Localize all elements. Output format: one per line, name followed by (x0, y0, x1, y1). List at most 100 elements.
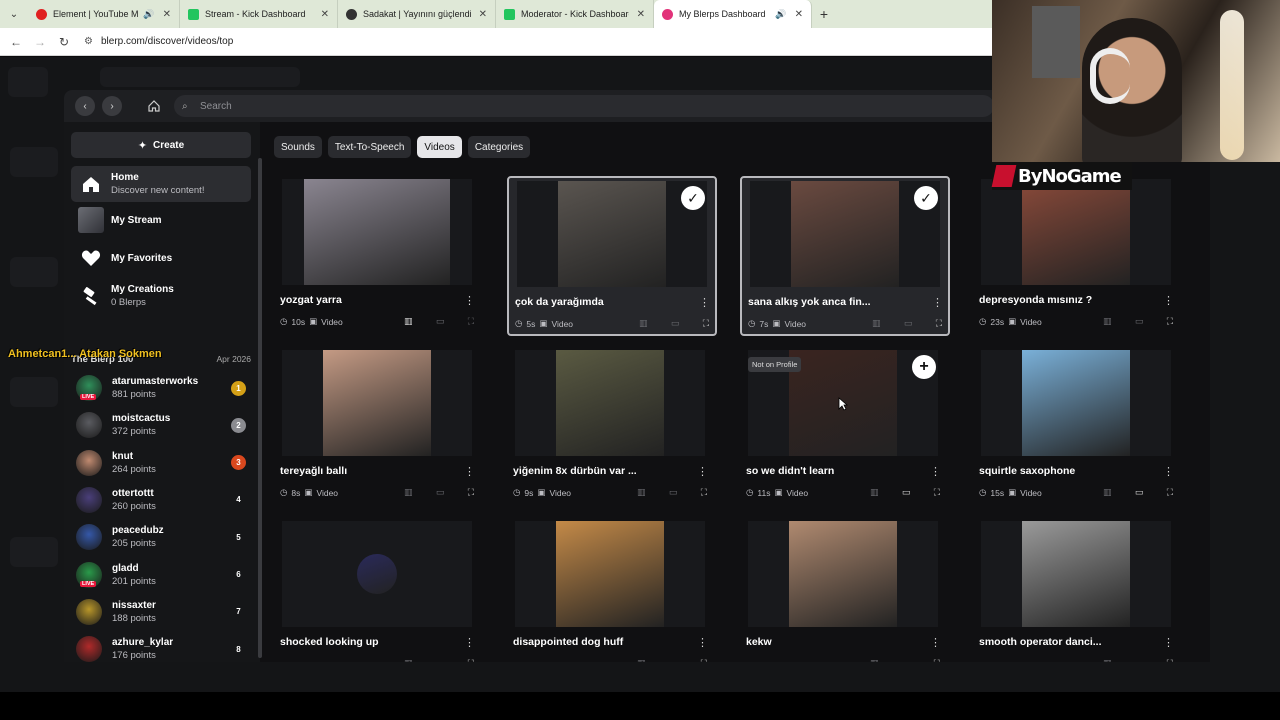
split-view-icon[interactable]: ▥ (1103, 316, 1112, 327)
site-info-icon[interactable]: ⚙ (84, 36, 93, 47)
close-tab-icon[interactable]: ✕ (637, 9, 645, 20)
url-field[interactable]: ⚙ blerp.com/discover/videos/top (84, 36, 233, 47)
home-icon[interactable] (144, 96, 164, 116)
split-view-icon[interactable]: ▥ (872, 318, 881, 329)
browser-tab[interactable]: Stream - Kick Dashboard ✕ (180, 0, 338, 28)
video-card[interactable]: tereyağlı ballı ⋮ ◷ 8s ▣ Video ▥ ▭ ⛶ (274, 347, 484, 507)
picture-in-picture-icon[interactable]: ▭ (1135, 487, 1144, 498)
video-card[interactable]: ✓ çok da yarağımda ⋮ ◷ 5s ▣ Video ▥ ▭ ⛶ (507, 176, 717, 336)
split-view-icon[interactable]: ▥ (404, 487, 413, 498)
fullscreen-icon[interactable]: ⛶ (934, 487, 940, 498)
more-options-icon[interactable]: ⋮ (1163, 465, 1174, 478)
sidebar-item-my-stream[interactable]: My Stream (71, 206, 251, 234)
speaker-icon[interactable]: 🔊 (143, 9, 154, 20)
forward-icon[interactable]: → (28, 35, 52, 49)
speaker-icon[interactable]: 🔊 (775, 9, 786, 20)
tab-sounds[interactable]: Sounds (274, 136, 322, 158)
reload-icon[interactable]: ↻ (52, 35, 76, 49)
tab-videos[interactable]: Videos (417, 136, 462, 158)
fullscreen-icon[interactable]: ⛶ (936, 318, 942, 329)
split-view-icon[interactable]: ▥ (639, 318, 648, 329)
selected-check-icon[interactable]: ✓ (914, 186, 938, 210)
video-card[interactable]: smooth operator danci... ⋮ ▥ ▭ ⛶ (973, 518, 1183, 662)
video-thumbnail[interactable] (981, 521, 1171, 627)
tab-categories[interactable]: Categories (467, 136, 531, 158)
picture-in-picture-icon[interactable]: ▭ (904, 318, 913, 329)
split-view-icon[interactable]: ▥ (404, 316, 413, 327)
fullscreen-icon[interactable]: ⛶ (468, 658, 474, 662)
video-card[interactable]: shocked looking up ⋮ ▥ ▭ ⛶ (274, 518, 484, 662)
more-options-icon[interactable]: ⋮ (932, 296, 943, 309)
leaderboard-row[interactable]: LIVE atarumasterworks 881 points 1 (76, 370, 246, 406)
video-thumbnail[interactable] (282, 521, 472, 627)
video-card[interactable]: kekw ⋮ ▥ ▭ ⛶ (740, 518, 950, 662)
fullscreen-icon[interactable]: ⛶ (1167, 316, 1173, 327)
video-card[interactable]: Not on Profile + so we didn't learn ⋮ ◷ 11s ▣ V… (740, 347, 950, 507)
more-options-icon[interactable]: ⋮ (930, 465, 941, 478)
more-options-icon[interactable]: ⋮ (464, 294, 475, 307)
leaderboard-row[interactable]: moistcactus 372 points 2 (76, 407, 246, 443)
video-thumbnail[interactable] (282, 350, 472, 456)
video-card[interactable]: disappointed dog huff ⋮ ▥ ▭ ⛶ (507, 518, 717, 662)
leaderboard-row[interactable]: nissaxter 188 points 7 (76, 594, 246, 630)
split-view-icon[interactable]: ▥ (1103, 658, 1112, 662)
sidebar-scrollbar[interactable] (258, 158, 262, 658)
close-tab-icon[interactable]: ✕ (795, 9, 803, 20)
picture-in-picture-icon[interactable]: ▭ (902, 487, 911, 498)
video-thumbnail[interactable] (981, 179, 1171, 285)
video-thumbnail[interactable] (515, 521, 705, 627)
video-card[interactable]: squirtle saxophone ⋮ ◷ 15s ▣ Video ▥ ▭ ⛶ (973, 347, 1183, 507)
add-icon[interactable]: + (912, 355, 936, 379)
fullscreen-icon[interactable]: ⛶ (468, 487, 474, 498)
video-card[interactable]: yozgat yarra ⋮ ◷ 10s ▣ Video ▥ ▭ ⛶ (274, 176, 484, 336)
forward-button[interactable]: › (102, 96, 122, 116)
create-button[interactable]: ✦ Create (71, 132, 251, 158)
new-tab-button[interactable]: + (812, 6, 836, 22)
more-options-icon[interactable]: ⋮ (1163, 636, 1174, 649)
leaderboard-row[interactable]: peacedubz 205 points 5 (76, 519, 246, 555)
video-thumbnail[interactable] (515, 350, 705, 456)
picture-in-picture-icon[interactable]: ▭ (436, 487, 445, 498)
fullscreen-icon[interactable]: ⛶ (701, 658, 707, 662)
more-options-icon[interactable]: ⋮ (930, 636, 941, 649)
close-tab-icon[interactable]: ✕ (163, 9, 171, 20)
video-card[interactable]: yiğenim 8x dürbün var ... ⋮ ◷ 9s ▣ Video ▥ ▭ ⛶ (507, 347, 717, 507)
video-thumbnail[interactable] (517, 181, 707, 287)
picture-in-picture-icon[interactable]: ▭ (902, 658, 911, 662)
split-view-icon[interactable]: ▥ (870, 658, 879, 662)
tab-search-dropdown[interactable]: ⌄ (0, 0, 28, 28)
search-input[interactable]: ⌕ Search (174, 95, 994, 117)
browser-tab[interactable]: Element | YouTube Music 🔊 ✕ (28, 0, 180, 28)
back-button[interactable]: ‹ (75, 96, 95, 116)
sidebar-item-my-favorites[interactable]: My Favorites (71, 244, 251, 272)
leaderboard-row[interactable]: LIVE gladd 201 points 6 (76, 557, 246, 593)
browser-tab[interactable]: Moderator - Kick Dashboard ✕ (496, 0, 654, 28)
fullscreen-icon[interactable]: ⛶ (1167, 658, 1173, 662)
fullscreen-icon[interactable]: ⛶ (468, 316, 474, 327)
split-view-icon[interactable]: ▥ (637, 487, 646, 498)
video-thumbnail[interactable] (748, 521, 938, 627)
picture-in-picture-icon[interactable]: ▭ (671, 318, 680, 329)
picture-in-picture-icon[interactable]: ▭ (436, 658, 445, 662)
browser-tab[interactable]: Sadakat | Yayınını güçlendirmek ✕ (338, 0, 496, 28)
split-view-icon[interactable]: ▥ (870, 487, 879, 498)
more-options-icon[interactable]: ⋮ (697, 465, 708, 478)
browser-tab-active[interactable]: My Blerps Dashboard 🔊 ✕ (654, 0, 812, 28)
more-options-icon[interactable]: ⋮ (699, 296, 710, 309)
fullscreen-icon[interactable]: ⛶ (703, 318, 709, 329)
leaderboard-row[interactable]: ottertottt 260 points 4 (76, 482, 246, 518)
video-thumbnail[interactable] (981, 350, 1171, 456)
picture-in-picture-icon[interactable]: ▭ (669, 658, 678, 662)
fullscreen-icon[interactable]: ⛶ (1167, 487, 1173, 498)
close-tab-icon[interactable]: ✕ (479, 9, 487, 20)
tab-text-to-speech[interactable]: Text-To-Speech (327, 136, 412, 158)
sidebar-item-home[interactable]: Home Discover new content! (71, 166, 251, 202)
fullscreen-icon[interactable]: ⛶ (934, 658, 940, 662)
selected-check-icon[interactable]: ✓ (681, 186, 705, 210)
video-thumbnail[interactable] (750, 181, 940, 287)
close-tab-icon[interactable]: ✕ (321, 9, 329, 20)
picture-in-picture-icon[interactable]: ▭ (669, 487, 678, 498)
fullscreen-icon[interactable]: ⛶ (701, 487, 707, 498)
more-options-icon[interactable]: ⋮ (697, 636, 708, 649)
split-view-icon[interactable]: ▥ (404, 658, 413, 662)
